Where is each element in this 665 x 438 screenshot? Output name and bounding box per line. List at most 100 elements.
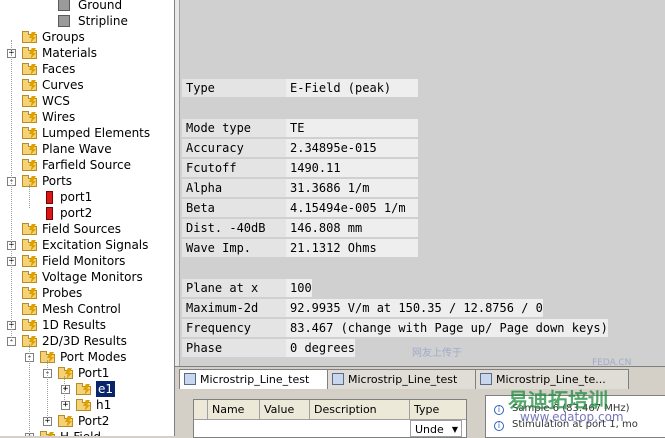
info-value: 4.15494e-005 1/m xyxy=(286,199,418,217)
column-header-name[interactable]: Name xyxy=(208,400,260,420)
tree-item-wcs[interactable]: WCS xyxy=(0,93,174,109)
tree-item-label: Excitation Signals xyxy=(42,238,149,252)
tree-item-wires[interactable]: Wires xyxy=(0,109,174,125)
tree-item-ground[interactable]: Ground xyxy=(0,0,174,13)
folder-icon xyxy=(22,63,37,75)
tree-item-label: WCS xyxy=(42,94,70,108)
tree-item-stripline[interactable]: Stripline xyxy=(0,13,174,29)
expand-icon[interactable]: + xyxy=(61,401,70,410)
folder-icon xyxy=(22,47,37,59)
parameter-list[interactable]: Name Value Description Type Unde ▼ xyxy=(193,399,467,438)
navigation-tree[interactable]: Ground Stripline Groups + Materials Faces Curv… xyxy=(0,0,175,436)
document-tabs: Microstrip_Line_test Microstrip_Line_tes… xyxy=(175,366,665,390)
folder-icon xyxy=(22,95,37,107)
tree-item-label: port1 xyxy=(60,190,93,204)
info-label: Fcutoff xyxy=(182,159,286,177)
tree-item-label: Port Modes xyxy=(60,350,127,364)
info-label: Phase xyxy=(182,339,286,357)
tree-item-label: 1D Results xyxy=(42,318,107,332)
tree-item-field-monitors[interactable]: + Field Monitors xyxy=(0,253,174,269)
tab-microstrip-line-test-3[interactable]: Microstrip_Line_te... xyxy=(475,369,629,390)
tab-microstrip-line-test-2[interactable]: Microstrip_Line_test xyxy=(327,369,481,390)
document-icon xyxy=(332,373,344,385)
folder-icon xyxy=(22,127,37,139)
info-icon: i xyxy=(494,405,504,415)
info-label: Beta xyxy=(182,199,286,217)
tree-item-port1[interactable]: - Port1 xyxy=(0,365,174,381)
tree-item-lumped-elements[interactable]: Lumped Elements xyxy=(0,125,174,141)
tree-item-2d-3d-results[interactable]: -2D/3D Results xyxy=(0,333,174,349)
tree-item-label: Port1 xyxy=(78,366,110,380)
tree-item-label: Probes xyxy=(42,286,83,300)
info-value: 21.1312 Ohms xyxy=(286,239,418,257)
folder-icon xyxy=(22,239,37,251)
info-value: 146.808 mm xyxy=(286,219,418,237)
info-icon: i xyxy=(494,421,504,431)
tree-item-voltage-monitors[interactable]: Voltage Monitors xyxy=(0,269,174,285)
folder-icon xyxy=(22,319,37,331)
tree-item-curves[interactable]: Curves xyxy=(0,77,174,93)
grid-corner xyxy=(194,400,208,420)
port-icon xyxy=(46,207,53,220)
tree-item-materials[interactable]: + Materials xyxy=(0,45,174,61)
tree-item-port2[interactable]: + Port2 xyxy=(0,413,174,429)
folder-icon xyxy=(22,143,37,155)
folder-icon xyxy=(76,383,91,395)
folder-icon xyxy=(22,223,37,235)
chevron-down-icon: ▼ xyxy=(451,425,458,434)
info-label: Mode type xyxy=(182,119,286,137)
message-window[interactable]: i Sample 6 (83.467 MHz) i Stimulation at… xyxy=(485,395,665,438)
tree-item-plane-wave[interactable]: Plane Wave xyxy=(0,141,174,157)
tree-connector-line xyxy=(11,40,12,340)
tree-item-groups[interactable]: Groups xyxy=(0,29,174,45)
expand-icon[interactable]: + xyxy=(61,385,70,394)
port-icon xyxy=(46,191,53,204)
tree-item-port1[interactable]: port1 xyxy=(0,189,174,205)
tree-item-label: Ground xyxy=(78,0,123,12)
tab-label: Microstrip_Line_te... xyxy=(496,373,606,386)
document-icon xyxy=(184,373,196,385)
tree-item-e1[interactable]: + e1 xyxy=(0,381,174,397)
message-item: Sample 6 (83.467 MHz) xyxy=(512,403,630,414)
type-select-value: Unde xyxy=(415,423,444,436)
tree-item-ports[interactable]: - Ports xyxy=(0,173,174,189)
tree-item-h-field[interactable]: +H-Field xyxy=(0,429,174,436)
tree-item-label: port2 xyxy=(60,206,93,220)
column-header-value[interactable]: Value xyxy=(260,400,310,420)
tree-item-probes[interactable]: Probes xyxy=(0,285,174,301)
tree-item-label: h1 xyxy=(96,398,112,412)
tree-item-label: Groups xyxy=(42,30,85,44)
tree-item-port2[interactable]: port2 xyxy=(0,205,174,221)
info-label: Dist. -40dB xyxy=(182,219,286,237)
tree-item-label: Field Sources xyxy=(42,222,121,236)
tree-item-field-sources[interactable]: Field Sources xyxy=(0,221,174,237)
tree-item-farfield-source[interactable]: Farfield Source xyxy=(0,157,174,173)
tree-item-label: Faces xyxy=(42,62,76,76)
tree-item-h1[interactable]: + h1 xyxy=(0,397,174,413)
tree-item-label: Plane Wave xyxy=(42,142,112,156)
column-header-description[interactable]: Description xyxy=(310,400,410,420)
tree-connector-line xyxy=(29,184,30,208)
type-select[interactable]: Unde ▼ xyxy=(410,420,462,437)
tree-item-faces[interactable]: Faces xyxy=(0,61,174,77)
tree-item-label: Field Monitors xyxy=(42,254,126,268)
info-label: Plane at x xyxy=(182,279,286,297)
info-value: 31.3686 1/m xyxy=(286,179,418,197)
tree-item-excitation-signals[interactable]: + Excitation Signals xyxy=(0,237,174,253)
tree-item-label: H-Field xyxy=(60,429,101,436)
tree-item-port-modes[interactable]: - Port Modes xyxy=(0,349,174,365)
tree-item-label: 2D/3D Results xyxy=(42,334,127,348)
tree-item-label: Lumped Elements xyxy=(42,126,151,140)
grid-icon xyxy=(480,373,492,385)
tree-item-label: Ports xyxy=(42,174,73,188)
column-header-type[interactable]: Type xyxy=(410,400,466,420)
folder-icon xyxy=(76,399,91,411)
tree-item-label: e1 xyxy=(96,381,116,397)
tree-item-mesh-control[interactable]: Mesh Control xyxy=(0,301,174,317)
info-value: 83.467 (change with Page up/ Page down k… xyxy=(286,319,608,337)
tree-item-1d-results[interactable]: +1D Results xyxy=(0,317,174,333)
info-value: 92.9935 V/m at 150.35 / 12.8756 / 0 xyxy=(286,299,543,317)
tab-microstrip-line-test-1[interactable]: Microstrip_Line_test xyxy=(179,369,333,390)
info-value: 2.34895e-015 xyxy=(286,139,418,157)
splitter[interactable] xyxy=(175,0,180,366)
